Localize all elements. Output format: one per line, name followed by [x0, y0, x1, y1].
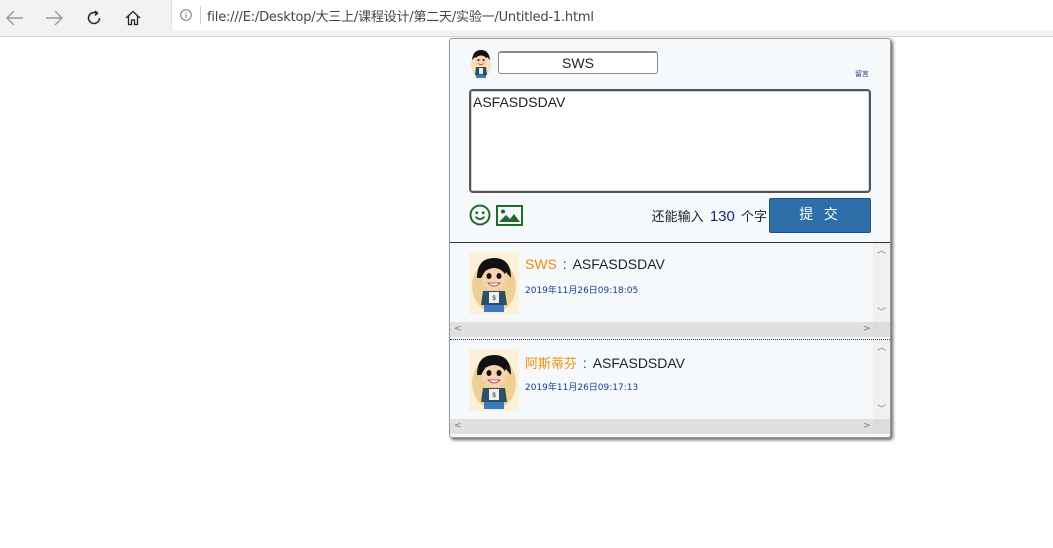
message-avatar: $	[469, 252, 519, 314]
scrollbar-corner	[873, 419, 890, 434]
vertical-scrollbar[interactable]: ︿ ﹀	[873, 340, 890, 419]
submit-button[interactable]: 提 交	[769, 198, 871, 233]
horizontal-scrollbar[interactable]: < >	[450, 419, 873, 434]
message-author: SWS	[525, 256, 557, 272]
home-icon	[125, 10, 141, 26]
char-counter: 还能输入 130 个字	[652, 206, 767, 225]
scroll-right-icon[interactable]: >	[863, 422, 871, 431]
counter-prefix: 还能输入	[651, 210, 704, 225]
scroll-left-icon[interactable]: <	[454, 325, 462, 334]
message-avatar: $	[469, 349, 519, 411]
back-button[interactable]	[1, 4, 29, 32]
smiley-icon[interactable]	[469, 204, 491, 226]
scrollbar-corner	[873, 322, 890, 337]
message-text: ASFASDSDAV	[592, 355, 686, 371]
address-separator	[200, 6, 201, 24]
message-text: ASFASDSDAV	[572, 256, 665, 272]
message-textarea[interactable]: ASFASDSDAV	[469, 89, 871, 193]
horizontal-scrollbar[interactable]: < >	[450, 322, 873, 337]
image-icon[interactable]	[496, 205, 523, 226]
arrow-left-icon	[6, 10, 23, 26]
refresh-icon	[87, 10, 101, 25]
message-time: 2019年11月26日09:17:13	[525, 383, 639, 393]
address-bar[interactable]: file:///E:/Desktop/大三上/课程设计/第二天/实验一/Unti…	[171, 0, 1053, 30]
scroll-up-icon[interactable]: ︿	[877, 344, 886, 353]
message-item: $ 阿斯蒂芬 : ASFASDSDAV 2019年11月26日09:17:13 …	[450, 339, 890, 435]
compose-panel: SWS 留言 ASFASDSDAV 还能输入 130 个字 提 交	[450, 39, 890, 242]
message-separator: :	[579, 355, 591, 371]
counter-suffix: 个字	[740, 210, 767, 225]
info-icon[interactable]	[180, 9, 192, 21]
browser-toolbar: file:///E:/Desktop/大三上/课程设计/第二天/实验一/Unti…	[0, 0, 1053, 37]
scroll-right-icon[interactable]: >	[863, 325, 871, 334]
message-time: 2019年11月26日09:18:05	[525, 286, 639, 296]
message-author: 阿斯蒂芬	[525, 357, 578, 372]
message-line: 阿斯蒂芬 : ASFASDSDAV	[525, 353, 685, 372]
guestbook-link[interactable]: 留言	[855, 69, 869, 79]
username-field[interactable]: SWS	[498, 51, 658, 74]
message-item: $ SWS : ASFASDSDAV 2019年11月26日09:18:05 ︿…	[450, 242, 890, 338]
user-avatar	[471, 50, 491, 78]
forward-button[interactable]	[40, 4, 68, 32]
scroll-left-icon[interactable]: <	[454, 422, 462, 431]
arrow-right-icon	[46, 10, 63, 26]
message-separator: :	[558, 256, 571, 272]
refresh-button[interactable]	[80, 4, 108, 32]
home-button[interactable]	[119, 4, 147, 32]
scroll-down-icon[interactable]: ﹀	[877, 309, 886, 318]
vertical-scrollbar[interactable]: ︿ ﹀	[873, 243, 890, 322]
url-text[interactable]: file:///E:/Desktop/大三上/课程设计/第二天/实验一/Unti…	[207, 6, 594, 25]
message-line: SWS : ASFASDSDAV	[525, 256, 665, 272]
scroll-down-icon[interactable]: ﹀	[877, 406, 886, 415]
counter-remaining: 130	[709, 208, 735, 225]
guestbook-widget: SWS 留言 ASFASDSDAV 还能输入 130 个字 提 交 $ SWS …	[449, 38, 891, 438]
scroll-up-icon[interactable]: ︿	[877, 247, 886, 256]
